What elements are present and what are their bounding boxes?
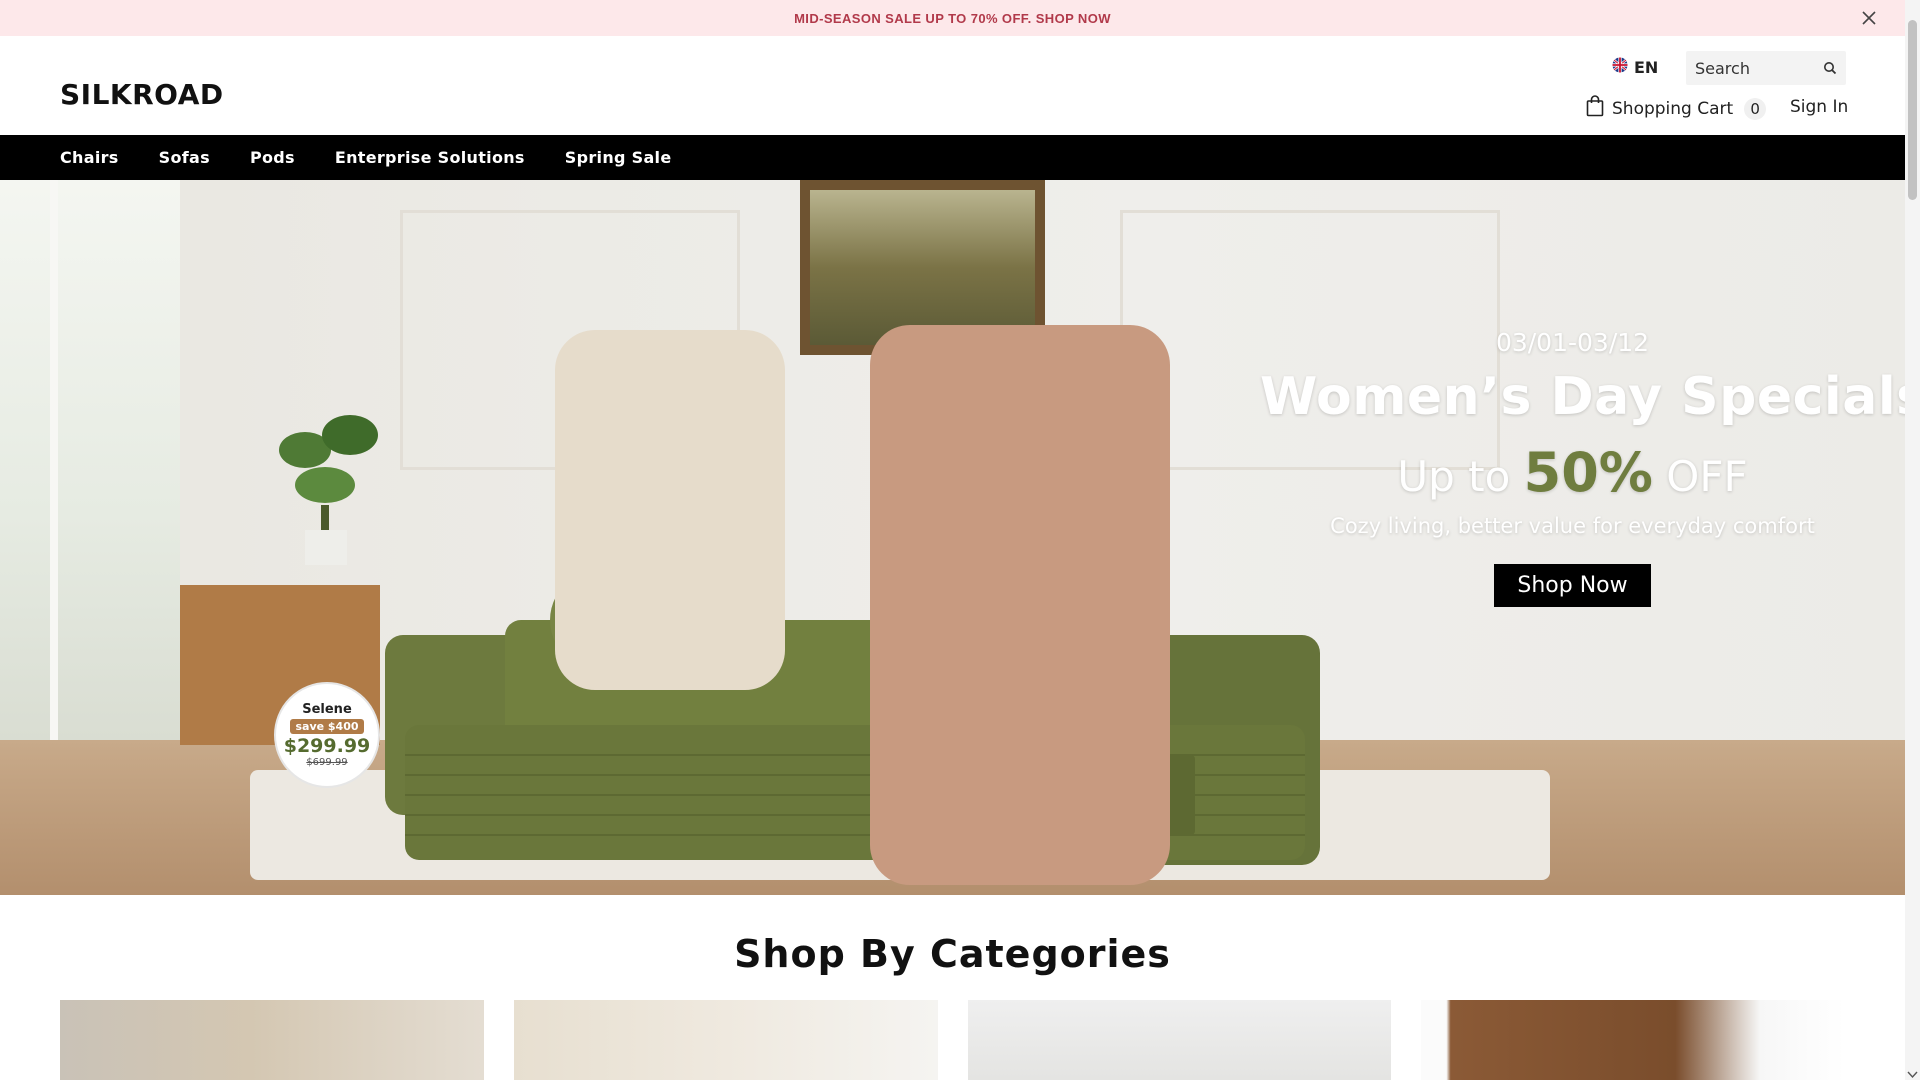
shop-now-button[interactable]: Shop Now <box>1494 564 1651 607</box>
woman-right-illustration <box>870 325 1170 885</box>
badge-savings: save $400 <box>290 719 364 735</box>
nav-item-enterprise-solutions[interactable]: Enterprise Solutions <box>335 148 525 167</box>
hero-window-frame <box>50 180 58 740</box>
announcement-bar[interactable]: MID-SEASON SALE UP TO 70% OFF. SHOP NOW <box>0 0 1905 36</box>
search-input[interactable] <box>1686 58 1806 78</box>
language-selector[interactable]: EN <box>1612 57 1658 77</box>
main-navigation: Chairs Sofas Pods Enterprise Solutions S… <box>0 135 1905 180</box>
cart-label: Shopping Cart <box>1612 98 1734 119</box>
sign-in-link[interactable]: Sign In <box>1790 97 1848 117</box>
nav-item-sofas[interactable]: Sofas <box>159 148 210 167</box>
search-box[interactable] <box>1686 51 1846 85</box>
shopping-bag-icon <box>1586 95 1604 122</box>
announcement-text[interactable]: MID-SEASON SALE UP TO 70% OFF. SHOP NOW <box>794 11 1111 26</box>
scroll-down-arrow-icon[interactable] <box>1907 1065 1918 1079</box>
promo-dates: 03/01-03/12 <box>1495 328 1650 357</box>
category-card[interactable] <box>1421 1000 1845 1080</box>
shopping-cart-link[interactable]: Shopping Cart 0 <box>1586 95 1767 122</box>
category-card[interactable] <box>60 1000 484 1080</box>
badge-product-name: Selene <box>302 702 352 718</box>
hero-title: Women’s Day Specials <box>1260 367 1905 427</box>
site-logo[interactable]: SILKROAD <box>60 78 224 111</box>
category-card[interactable] <box>967 1000 1392 1080</box>
hero-banner[interactable]: Selene save $400 $299.99 $699.99 03/01-0… <box>0 180 1905 895</box>
plant-illustration <box>279 415 378 565</box>
category-card[interactable] <box>513 1000 938 1080</box>
category-grid <box>60 1000 1845 1080</box>
uk-flag-icon <box>1612 57 1628 77</box>
hero-offer: Up to 50% OFF <box>1260 441 1885 504</box>
scrollbar-thumb[interactable] <box>1908 20 1917 200</box>
close-icon[interactable] <box>1859 8 1879 28</box>
green-sofa-illustration <box>385 560 1320 865</box>
page-scrollbar[interactable] <box>1905 0 1920 1080</box>
hero-subtitle: Cozy living, better value for everyday c… <box>1330 514 1815 538</box>
offer-percent: 50% <box>1523 441 1653 504</box>
hero-window-decor <box>0 180 180 740</box>
search-icon[interactable] <box>1822 60 1838 76</box>
nav-item-chairs[interactable]: Chairs <box>60 148 119 167</box>
nav-item-pods[interactable]: Pods <box>250 148 295 167</box>
badge-price: $299.99 <box>283 735 371 758</box>
offer-prefix: Up to <box>1397 452 1511 501</box>
hero-copy: 03/01-03/12 Women’s Day Specials Up to 5… <box>1260 328 1905 607</box>
offer-suffix: OFF <box>1666 452 1748 501</box>
language-label: EN <box>1634 57 1659 77</box>
price-badge[interactable]: Selene save $400 $299.99 $699.99 <box>274 682 380 788</box>
badge-old-price: $699.99 <box>306 756 348 768</box>
nav-item-spring-sale[interactable]: Spring Sale <box>565 148 672 167</box>
woman-left-illustration <box>555 330 785 690</box>
site-header: SILKROAD EN Shopping Cart 0 Sign In <box>0 36 1905 135</box>
cart-count-badge: 0 <box>1744 97 1767 120</box>
section-title-categories: Shop By Categories <box>734 932 1171 976</box>
